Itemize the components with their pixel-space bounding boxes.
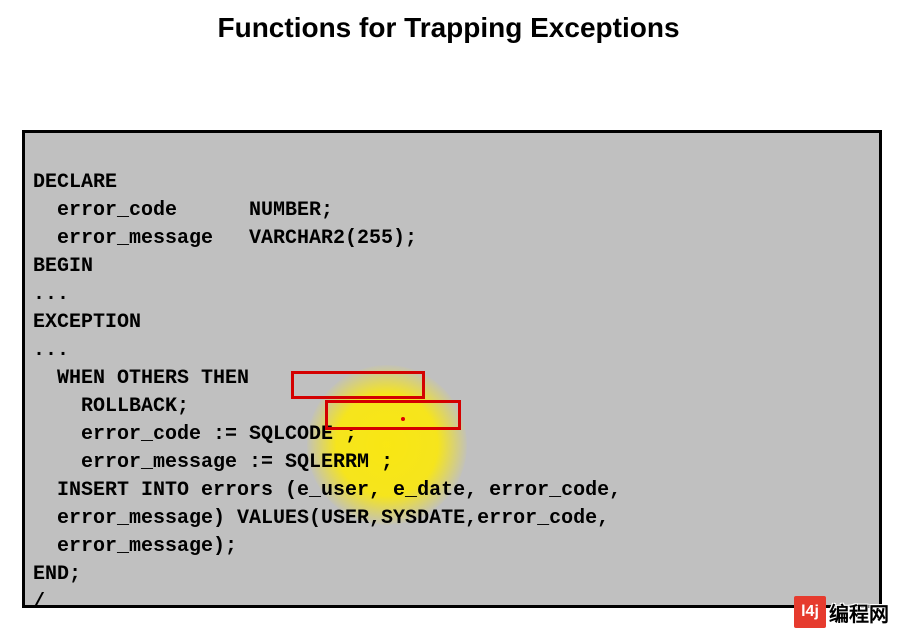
code-line: DECLARE [33, 171, 117, 194]
code-line: END; [33, 563, 81, 586]
code-line: ... [33, 339, 69, 362]
code-block: DECLARE error_code NUMBER; error_message… [22, 130, 882, 608]
code-line: error_message := SQLERRM ; [33, 451, 393, 474]
watermark-logo: l4j 编程网 [794, 596, 889, 628]
code-line: BEGIN [33, 255, 93, 278]
code-line: / [33, 591, 45, 614]
logo-icon: l4j [794, 596, 826, 628]
code-line: error_message); [33, 535, 237, 558]
code-line: ROLLBACK; [33, 395, 189, 418]
code-line: error_code NUMBER; [33, 199, 333, 222]
slide-title: Functions for Trapping Exceptions [0, 12, 897, 44]
code-line: INSERT INTO errors (e_user, e_date, erro… [33, 479, 621, 502]
code-line: error_message VARCHAR2(255); [33, 227, 417, 250]
code-line: ... [33, 283, 69, 306]
code-text: DECLARE error_code NUMBER; error_message… [33, 141, 871, 617]
code-line: error_message) VALUES(USER,SYSDATE,error… [33, 507, 609, 530]
code-line: error_code := SQLCODE ; [33, 423, 357, 446]
logo-text: 编程网 [829, 598, 889, 627]
code-line: WHEN OTHERS THEN [33, 367, 249, 390]
code-line: EXCEPTION [33, 311, 141, 334]
